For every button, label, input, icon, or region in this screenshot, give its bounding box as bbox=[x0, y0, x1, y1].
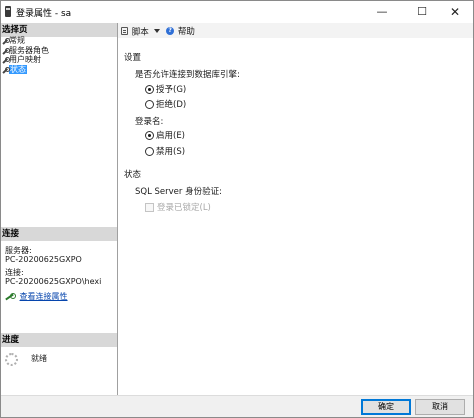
progress-spinner-icon bbox=[5, 353, 18, 366]
page-item-label: 用户映射 bbox=[9, 55, 41, 64]
chevron-down-icon[interactable] bbox=[154, 29, 161, 33]
toolbar: 脚本 ? 帮助 bbox=[118, 23, 473, 38]
deny-label[interactable]: 拒绝(D) bbox=[156, 100, 186, 110]
minimize-button[interactable]: — bbox=[364, 1, 400, 23]
page-item-status[interactable]: 状态 bbox=[1, 64, 117, 75]
login-prompt: 登录名: bbox=[135, 117, 164, 127]
page-item-label: 常规 bbox=[9, 36, 25, 45]
disable-radio[interactable] bbox=[145, 147, 154, 156]
cancel-button[interactable]: 取消 bbox=[415, 399, 465, 415]
help-icon: ? bbox=[166, 27, 175, 35]
locked-checkbox[interactable] bbox=[145, 203, 154, 212]
help-button[interactable]: ? 帮助 bbox=[166, 27, 195, 37]
deny-radio[interactable] bbox=[145, 100, 154, 109]
locked-label: 登录已锁定(L) bbox=[157, 203, 211, 213]
help-label: 帮助 bbox=[177, 27, 195, 37]
window-title: 登录属性 - sa bbox=[16, 9, 72, 19]
server-value: PC-20200625GXPO bbox=[5, 255, 82, 264]
page-item-label: 服务器角色 bbox=[9, 45, 49, 55]
title-bar: 登录属性 - sa — ☐ ✕ bbox=[1, 1, 473, 23]
grant-label[interactable]: 授予(G) bbox=[156, 85, 186, 95]
close-button[interactable]: ✕ bbox=[437, 1, 473, 23]
wrench-icon bbox=[2, 57, 10, 63]
page-item-server-roles[interactable]: 服务器角色 bbox=[1, 46, 117, 56]
grant-radio[interactable] bbox=[145, 85, 154, 94]
progress-header: 进度 bbox=[1, 333, 117, 347]
auth-label: SQL Server 身份验证: bbox=[135, 187, 222, 197]
wrench-icon bbox=[2, 38, 10, 44]
script-label: 脚本 bbox=[131, 27, 149, 37]
script-icon bbox=[121, 27, 128, 35]
left-pane: 选择页 常规 服务器角色 用户映射 状态 连接 服务器: PC-20200625… bbox=[1, 23, 118, 395]
progress-status: 就绪 bbox=[31, 354, 47, 363]
view-connection-properties-link[interactable]: 查看连接属性 bbox=[20, 292, 68, 301]
page-item-general[interactable]: 常规 bbox=[1, 36, 117, 46]
connection-header: 连接 bbox=[1, 227, 117, 241]
connection-properties-icon bbox=[5, 292, 16, 301]
ok-button[interactable]: 确定 bbox=[361, 399, 411, 415]
wrench-icon bbox=[2, 66, 10, 73]
status-section-title: 状态 bbox=[124, 170, 142, 180]
toolbar-row: 脚本 ? 帮助 bbox=[121, 25, 195, 37]
disable-label[interactable]: 禁用(S) bbox=[156, 147, 185, 157]
sql-server-icon bbox=[5, 6, 11, 17]
connection-value: PC-20200625GXPO\hexi bbox=[5, 277, 102, 286]
enable-radio[interactable] bbox=[145, 131, 154, 140]
db-engine-prompt: 是否允许连接到数据库引擎: bbox=[135, 70, 240, 80]
login-properties-dialog: 登录属性 - sa — ☐ ✕ 选择页 常规 服务器角色 用户映射 状态 连接 … bbox=[0, 0, 474, 418]
button-bar: 确定 取消 bbox=[1, 395, 473, 417]
settings-section-title: 设置 bbox=[124, 53, 142, 63]
page-item-label: 状态 bbox=[9, 64, 27, 74]
wrench-icon bbox=[2, 47, 10, 54]
select-page-header: 选择页 bbox=[1, 23, 117, 37]
page-list: 常规 服务器角色 用户映射 状态 bbox=[1, 36, 117, 74]
maximize-button[interactable]: ☐ bbox=[404, 1, 440, 23]
enable-label[interactable]: 启用(E) bbox=[156, 131, 185, 141]
page-item-user-mapping[interactable]: 用户映射 bbox=[1, 55, 117, 65]
right-pane: 脚本 ? 帮助 设置 是否允许连接到数据库引擎: 授予(G) 拒绝(D) 登录名… bbox=[118, 23, 473, 395]
script-button[interactable]: 脚本 bbox=[121, 27, 166, 37]
view-connection-properties[interactable]: 查看连接属性 bbox=[5, 291, 68, 301]
